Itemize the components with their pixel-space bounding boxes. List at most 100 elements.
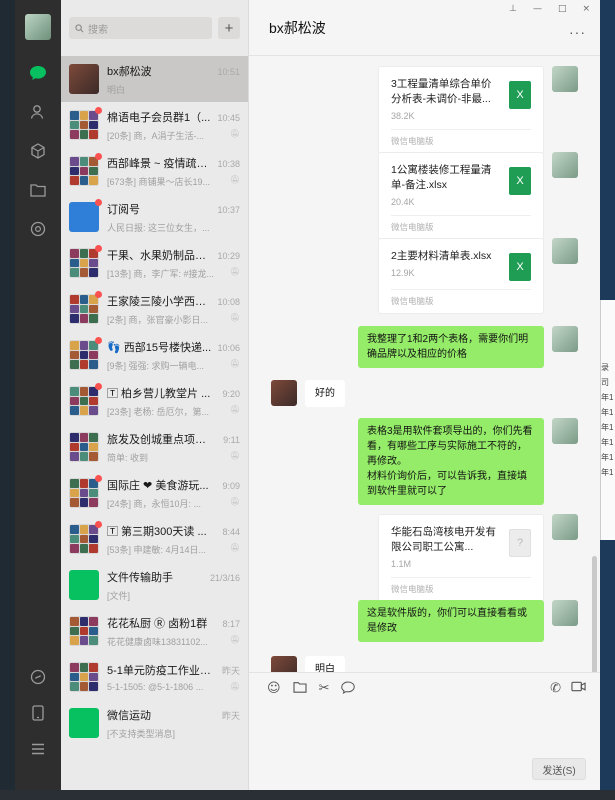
phone-icon[interactable] (27, 702, 49, 724)
composer-toolbar: ☺ ✂ (249, 673, 600, 706)
chat-list-item[interactable]: 旅发及创城重点项目... 9:11 简单: 收到 🔕︎ (61, 424, 248, 470)
chat-avatar (69, 64, 99, 94)
my-avatar[interactable] (552, 238, 578, 264)
chat-time: 昨天 (221, 710, 240, 721)
chat-time: 10:08 (217, 296, 240, 307)
contact-avatar[interactable] (271, 380, 297, 406)
chat-item-body: 微信运动 昨天 [不支持类型消息] (107, 707, 240, 740)
background-text: 年1 (601, 423, 614, 432)
contacts-icon[interactable] (27, 101, 49, 123)
background-window: 录司年1 年1 年1 年1 年1 年1 (600, 300, 615, 540)
chat-time: 9:20 (222, 388, 240, 399)
chat-item-body: 5-1单元防疫工作业主群 昨天 5-1-1505: @5-1-1806 ... 🔕︎ (107, 662, 240, 692)
text-message: 表格3是用软件套项导出的，你们先看看，有哪些工序与实际施工不符的，再修改。 材料… (358, 418, 578, 505)
message-bubble[interactable]: 这是软件版的，你们可以直接看看或是修改 (358, 600, 544, 642)
contact-avatar[interactable] (271, 656, 297, 672)
my-avatar[interactable] (552, 600, 578, 626)
file-name: 3工程量清单综合单价分析表-未调价-非最... (391, 78, 492, 105)
chat-preview: [9条] 强强: 求购一辆电... (107, 360, 205, 371)
chat-item-body: 国际庄 ❤ 美食游玩... 9:09 [24条] 商，永恒10月: ... 🔕︎ (107, 477, 240, 510)
file-icon[interactable] (293, 681, 307, 698)
moments-icon[interactable] (27, 218, 49, 240)
chat-list-item[interactable]: 棉语电子会员群1（... 10:45 [20条] 商，A涓子生活-... 🔕︎ (61, 102, 248, 148)
message-bubble[interactable]: 好的 (305, 380, 345, 407)
file-card[interactable]: 2主要材料清单表.xlsx 12.9K X 微信电脑版 (378, 238, 544, 314)
chat-list: bx郝松波 10:51 明白棉语电子会员群1（... 10:45 [20条] 商，A涓子… (61, 56, 248, 746)
chat-list-item[interactable]: 🅃 第三期300天读 ... 8:44 [53条] 申建敏: 4月14日... 🔕︎ (61, 516, 248, 562)
plus-icon: + (224, 19, 234, 37)
video-call-icon[interactable] (571, 681, 586, 696)
chat-time: 9:09 (222, 480, 240, 491)
file-card[interactable]: 华能石岛湾核电开发有限公司职工公寓... 1.1M? 微信电脑版 (378, 514, 544, 602)
my-avatar[interactable] (552, 66, 578, 92)
folder-icon[interactable] (27, 179, 49, 201)
unread-dot (95, 337, 102, 344)
chat-list-item[interactable]: 订阅号 10:37 人民日报: 这三位女生，... (61, 194, 248, 240)
my-avatar[interactable] (552, 514, 578, 540)
chat-avatar (69, 245, 102, 278)
chat-avatar (69, 153, 102, 186)
chat-preview: [文件] (107, 590, 131, 601)
chat-pane: bx郝松波 ⊥ — □ × ··· 3工程量清单综合单价分析表-未调价-非最..… (249, 0, 600, 790)
chat-list-item[interactable]: 🅃 柏乡营儿教堂片 ... 9:20 [23条] 老杨: 岳厄尔，第... 🔕︎ (61, 378, 248, 424)
file-message: 2主要材料清单表.xlsx 12.9K X 微信电脑版 (378, 238, 578, 314)
chat-list-item[interactable]: 👣 西部15号楼快递... 10:06 [9条] 强强: 求购一辆电... 🔕︎ (61, 332, 248, 378)
unread-dot (95, 153, 102, 160)
minimize-button[interactable]: — (533, 4, 542, 14)
maximize-button[interactable]: □ (558, 4, 567, 14)
chat-item-body: 西部峰景 ~ 疫情疏菜... 10:38 [673条] 商铺果～店长19... 🔕︎ (107, 155, 240, 188)
file-message: 1公寓楼装修工程量清单-备注.xlsx 20.4K X 微信电脑版 (378, 152, 578, 240)
chat-list-item[interactable]: 微信运动 昨天 [不支持类型消息] (61, 700, 248, 746)
my-avatar[interactable] (552, 418, 578, 444)
chat-avatar (69, 291, 102, 324)
add-chat-button[interactable]: + (218, 17, 240, 39)
chat-name: 干果、水果奶制品等... (107, 249, 214, 262)
more-options-icon[interactable]: ··· (569, 24, 586, 40)
chat-icon[interactable] (27, 62, 49, 84)
chat-preview: [13条] 商，李广军: #接龙... (107, 268, 215, 279)
file-card[interactable]: 1公寓楼装修工程量清单-备注.xlsx 20.4K X 微信电脑版 (378, 152, 544, 240)
chat-list-item[interactable]: 干果、水果奶制品等... 10:29 [13条] 商，李广军: #接龙... 🔕︎ (61, 240, 248, 286)
chat-list-item[interactable]: 国际庄 ❤ 美食游玩... 9:09 [24条] 商，永恒10月: ... 🔕︎ (61, 470, 248, 516)
background-text: 年1 (601, 393, 614, 402)
message-bubble[interactable]: 我整理了1和2两个表格，需要你们明确品牌以及相应的价格 (358, 326, 544, 368)
scrollbar[interactable] (592, 556, 597, 672)
screenshot-icon[interactable]: ✂ (319, 681, 330, 698)
my-avatar[interactable] (25, 14, 51, 40)
chat-item-body: 干果、水果奶制品等... 10:29 [13条] 商，李广军: #接龙... 🔕︎ (107, 247, 240, 280)
message-bubble[interactable]: 表格3是用软件套项导出的，你们先看看，有哪些工序与实际施工不符的，再修改。 材料… (358, 418, 544, 505)
chat-item-body: bx郝松波 10:51 明白 (107, 63, 240, 96)
chat-list-item[interactable]: 王家陵三陵小学西小... 10:08 [2条] 商，张官豪小影日... 🔕︎ (61, 286, 248, 332)
chat-list-item[interactable]: bx郝松波 10:51 明白 (61, 56, 248, 102)
voice-call-icon[interactable]: ✆ (550, 681, 561, 696)
search-input[interactable]: 搜索 (69, 17, 212, 39)
chat-name: 西部峰景 ~ 疫情疏菜... (107, 157, 214, 170)
chat-name: 🅃 柏乡营儿教堂片 ... (107, 387, 211, 400)
chat-list-item[interactable]: 西部峰景 ~ 疫情疏菜... 10:38 [673条] 商铺果～店长19... 🔕︎ (61, 148, 248, 194)
close-button[interactable]: × (582, 4, 590, 14)
chat-list-item[interactable]: 5-1单元防疫工作业主群 昨天 5-1-1505: @5-1-1806 ... 🔕︎ (61, 654, 248, 700)
emoji-icon[interactable]: ☺ (267, 681, 281, 698)
chat-item-body: 旅发及创城重点项目... 9:11 简单: 收到 🔕︎ (107, 431, 240, 464)
chat-list-item[interactable]: 花花私厨 Ⓡ 卤粉1群 8:17 花花健康卤味13831102... 🔕︎ (61, 608, 248, 654)
mute-bell-icon: 🔕︎ (229, 634, 240, 644)
mute-bell-icon: 🔕︎ (229, 404, 240, 414)
my-avatar[interactable] (552, 152, 578, 178)
mini-program-icon[interactable] (27, 666, 49, 688)
background-text: 年1 (601, 438, 614, 447)
send-button[interactable]: 发送(S) (532, 758, 586, 780)
background-text: 司 (601, 378, 609, 387)
chat-list-item[interactable]: 文件传输助手 21/3/16 [文件] (61, 562, 248, 608)
pin-window-button[interactable]: ⊥ (509, 4, 517, 14)
chat-list-panel: 搜索 + bx郝松波 10:51 明白棉语电子会员群1（... 10:45 [20条] … (61, 0, 249, 790)
chat-history-icon[interactable] (341, 681, 356, 698)
favorites-icon[interactable] (27, 140, 49, 162)
file-source: 微信电脑版 (391, 129, 531, 153)
chat-name: 🅃 第三期300天读 ... (107, 525, 207, 538)
mute-bell-icon: 🔕︎ (229, 174, 240, 184)
file-card[interactable]: 3工程量清单综合单价分析表-未调价-非最... 38.2K X 微信电脑版 (378, 66, 544, 154)
my-avatar[interactable] (552, 326, 578, 352)
chat-avatar (69, 432, 99, 462)
menu-icon[interactable] (27, 738, 49, 760)
message-bubble[interactable]: 明白 (305, 656, 345, 672)
